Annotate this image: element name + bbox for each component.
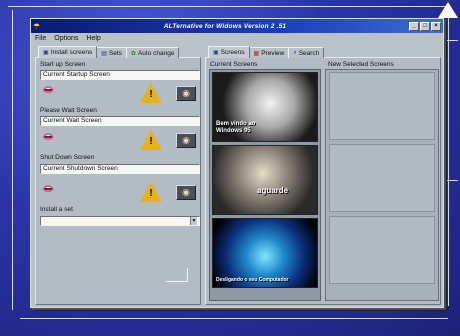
close-button[interactable]: × [431, 21, 441, 31]
warning-mark: ! [149, 89, 153, 100]
current-screens-list: Bem vindo ao Windows 95 aguarde Desligan… [209, 69, 321, 301]
app-window: ☂ ALTernative for Widows Version 2 .51 _… [30, 18, 444, 308]
eye-preview-button[interactable]: ◉ [176, 133, 196, 148]
menu-file[interactable]: File [35, 35, 46, 42]
tab-label: Auto change [137, 49, 175, 57]
tab-label: Preview [261, 49, 285, 57]
menu-bar: File Options Help [31, 33, 443, 44]
decorative-line [12, 10, 13, 310]
screen-thumbnail[interactable]: Desligando o seu Computador [212, 218, 318, 288]
new-screen-slot[interactable] [329, 144, 435, 212]
tab-label: Install screens [50, 49, 93, 56]
wait-field[interactable]: Current Wait Screen [40, 116, 200, 126]
maximize-button[interactable]: □ [420, 21, 430, 31]
right-tab-strip: ▣ Screens ▦ Preview ⌕ Search [208, 46, 325, 58]
panel-corner [166, 268, 188, 282]
warning-mark: ! [149, 188, 153, 199]
new-screen-slot[interactable] [329, 72, 435, 140]
search-icon: ⌕ [293, 49, 297, 56]
tab-auto-change[interactable]: ✿ Auto change [125, 47, 180, 58]
tab-label: Search [298, 49, 320, 57]
install-panel: ▣ Install screens ▤ Sets ✿ Auto change S… [35, 46, 201, 305]
app-icon: ☂ [33, 21, 41, 31]
current-screens-header: Current Screens [210, 61, 258, 68]
screen-thumbnail[interactable]: Bem vindo ao Windows 95 [212, 72, 318, 142]
screens-panel: ▣ Screens ▦ Preview ⌕ Search Current Scr… [205, 46, 441, 305]
decorative-triangle [438, 2, 458, 18]
new-screens-header: New Selected Screens [328, 61, 394, 68]
thumbnail-caption: Desligando o seu Computador [216, 277, 289, 283]
decorative-line [448, 6, 449, 306]
decorative-line [446, 180, 458, 181]
shutdown-field[interactable]: Current Shutdown Screen [40, 164, 200, 174]
new-screen-slot[interactable] [329, 216, 435, 284]
eye-preview-button[interactable]: ◉ [176, 86, 196, 101]
thumbnail-caption: aguarde [257, 186, 289, 195]
tab-install-screens[interactable]: ▣ Install screens [38, 46, 98, 58]
warning-mark: ! [149, 136, 153, 147]
startup-field[interactable]: Current Startup Screen [40, 70, 200, 80]
tab-label: Sets [108, 49, 122, 57]
wait-actions: 👄 ! ◉ [40, 130, 200, 152]
shutdown-actions: 👄 ! ◉ [40, 182, 200, 204]
lips-icon[interactable]: 👄 [42, 85, 54, 96]
monitor-icon: ▣ [213, 50, 219, 56]
install-set-label: Install a set [40, 206, 73, 213]
tab-screens[interactable]: ▣ Screens [208, 46, 250, 58]
install-set-dropdown[interactable] [40, 216, 200, 226]
tab-preview[interactable]: ▦ Preview [248, 47, 290, 58]
title-bar[interactable]: ☂ ALTernative for Widows Version 2 .51 _… [31, 19, 443, 33]
decorative-line [8, 6, 448, 7]
minimize-button[interactable]: _ [409, 21, 419, 31]
screen-thumbnail[interactable]: aguarde [212, 145, 318, 215]
shutdown-label: Shut Down Screen [40, 154, 95, 161]
refresh-icon: ✿ [130, 50, 136, 57]
startup-label: Start up Screen [40, 61, 86, 68]
new-screens-list [325, 69, 439, 301]
lips-icon[interactable]: 👄 [42, 132, 54, 143]
decorative-line [446, 40, 458, 41]
list-icon: ▤ [101, 50, 107, 57]
menu-help[interactable]: Help [86, 35, 100, 42]
lips-icon[interactable]: 👄 [42, 184, 54, 195]
menu-options[interactable]: Options [54, 35, 78, 42]
tab-label: Screens [220, 49, 245, 56]
tab-sets[interactable]: ▤ Sets [96, 47, 127, 58]
decorative-line [20, 318, 448, 319]
monitor-icon: ▣ [43, 50, 49, 56]
preview-icon: ▦ [253, 50, 260, 57]
left-tab-strip: ▣ Install screens ▤ Sets ✿ Auto change [38, 46, 180, 58]
window-title: ALTernative for Widows Version 2 .51 [163, 22, 287, 30]
eye-preview-button[interactable]: ◉ [176, 185, 196, 200]
chevron-down-icon[interactable]: ▼ [190, 217, 197, 225]
startup-actions: 👄 ! ◉ [40, 83, 200, 105]
tab-search[interactable]: ⌕ Search [288, 47, 325, 58]
wait-label: Please Wait Screen [40, 107, 97, 114]
thumbnail-caption: Bem vindo ao Windows 95 [216, 121, 256, 134]
